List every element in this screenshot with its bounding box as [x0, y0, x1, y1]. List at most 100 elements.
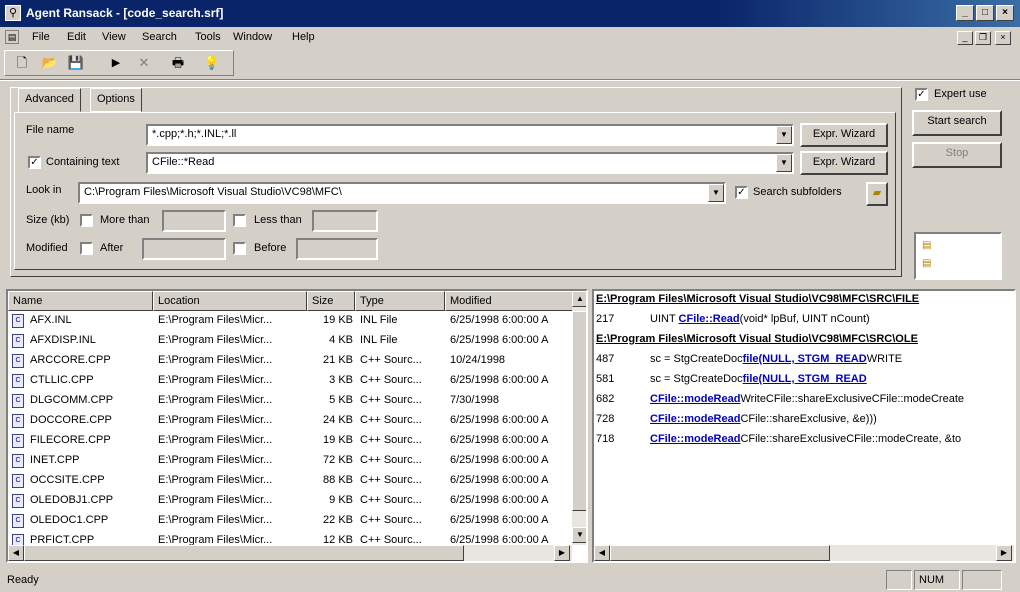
table-row[interactable]: C DOCCORE.CPP E:\Program Files\Micr... 24 K…: [8, 411, 572, 431]
open-icon[interactable]: 📂: [39, 53, 61, 73]
table-row[interactable]: C DLGCOMM.CPP E:\Program Files\Micr... 5 KB…: [8, 391, 572, 411]
table-row[interactable]: C INET.CPP E:\Program Files\Micr... 72 KB C+…: [8, 451, 572, 471]
folder-tree[interactable]: ▤ ▤: [914, 232, 1002, 280]
col-size[interactable]: Size: [307, 291, 355, 311]
cell-location: E:\Program Files\Micr...: [158, 394, 273, 406]
match-line[interactable]: 581 sc = StgCreateDocfile(NULL, STGM_READ: [596, 373, 867, 385]
match-highlight: file(NULL, STGM_READ: [742, 353, 867, 365]
cell-modified: 7/30/1998: [450, 394, 499, 406]
hscroll-thumb[interactable]: [610, 545, 830, 561]
scroll-down-button[interactable]: ▼: [572, 527, 586, 543]
after-date-input[interactable]: [142, 238, 226, 260]
menu-window[interactable]: Window: [233, 31, 272, 43]
cell-modified: 6/25/1998 6:00:00 A: [450, 334, 549, 346]
expr-wizard-button-2[interactable]: Expr. Wizard: [800, 151, 888, 175]
look-in-dropdown[interactable]: ▼: [708, 184, 724, 202]
save-icon[interactable]: 💾: [65, 53, 87, 73]
maximize-button[interactable]: □: [976, 5, 994, 21]
minimize-button[interactable]: _: [956, 5, 974, 21]
scroll-left-button[interactable]: ◀: [8, 545, 24, 561]
scroll-thumb[interactable]: [572, 311, 586, 511]
cpp-file-icon: C: [12, 434, 24, 448]
cell-type: C++ Sourc...: [360, 374, 422, 386]
containing-text-checkbox[interactable]: ✓: [28, 156, 41, 169]
scroll-left-button[interactable]: ◀: [594, 545, 610, 561]
menu-edit[interactable]: Edit: [67, 31, 86, 43]
line-suffix: CFile::shareExclusiveCFile::modeCreate, …: [740, 433, 962, 445]
after-checkbox[interactable]: [80, 242, 93, 255]
table-row[interactable]: C OCCSITE.CPP E:\Program Files\Micr... 88 K…: [8, 471, 572, 491]
cpp-file-icon: C: [12, 414, 24, 428]
more-than-input[interactable]: [162, 210, 226, 232]
containing-text-dropdown[interactable]: ▼: [776, 154, 792, 172]
scroll-right-button[interactable]: ▶: [554, 545, 570, 561]
table-row[interactable]: C FILECORE.CPP E:\Program Files\Micr... 19 …: [8, 431, 572, 451]
menu-help[interactable]: Help: [292, 31, 315, 43]
cell-name: CTLLIC.CPP: [30, 374, 94, 386]
start-search-button[interactable]: Start search: [912, 110, 1002, 136]
print-icon[interactable]: 🖶: [167, 53, 189, 73]
match-file-path[interactable]: E:\Program Files\Microsoft Visual Studio…: [596, 333, 918, 345]
expert-use-checkbox[interactable]: ✓: [915, 88, 928, 101]
results-list: Name Location Size Type Modified C AFX.IN…: [6, 289, 588, 563]
before-checkbox[interactable]: [233, 242, 246, 255]
match-line[interactable]: 718 CFile::modeReadCFile::shareExclusiveC…: [596, 433, 961, 445]
close-button[interactable]: ×: [996, 5, 1014, 21]
match-line[interactable]: 728 CFile::modeReadCFile::shareExclusive,…: [596, 413, 877, 425]
menu-search[interactable]: Search: [142, 31, 177, 43]
table-row[interactable]: C OLEDOC1.CPP E:\Program Files\Micr... 22 K…: [8, 511, 572, 531]
match-preview: E:\Program Files\Microsoft Visual Studio…: [592, 289, 1016, 563]
new-icon[interactable]: 🗋: [11, 53, 33, 73]
expr-wizard-button-1[interactable]: Expr. Wizard: [800, 123, 888, 147]
list-vscroll[interactable]: ▲ ▼: [572, 291, 586, 545]
before-date-input[interactable]: [296, 238, 378, 260]
list-hscroll[interactable]: ◀ ▶: [8, 545, 572, 561]
mdi-close-button[interactable]: ×: [995, 31, 1011, 45]
expert-use-label: Expert use: [934, 88, 987, 100]
less-than-input[interactable]: [312, 210, 378, 232]
cell-modified: 6/25/1998 6:00:00 A: [450, 474, 549, 486]
browse-folder-button[interactable]: ▰: [866, 182, 888, 206]
stop-button[interactable]: Stop: [912, 142, 1002, 168]
mdi-restore-button[interactable]: ❐: [975, 31, 991, 45]
table-row[interactable]: C AFX.INL E:\Program Files\Micr... 19 KB INL…: [8, 311, 572, 331]
match-line[interactable]: 217 UINT CFile::Read(void* lpBuf, UINT nC…: [596, 313, 870, 325]
col-type[interactable]: Type: [355, 291, 445, 311]
file-name-input[interactable]: *.cpp;*.h;*.INL;*.ll: [146, 124, 794, 146]
file-name-dropdown[interactable]: ▼: [776, 126, 792, 144]
tab-options[interactable]: Options: [90, 88, 142, 112]
scroll-right-button[interactable]: ▶: [996, 545, 1012, 561]
less-than-checkbox[interactable]: [233, 214, 246, 227]
help-icon[interactable]: 💡: [201, 53, 223, 73]
search-subfolders-checkbox[interactable]: ✓: [735, 186, 748, 199]
menu-tools[interactable]: Tools: [195, 31, 221, 43]
hscroll-thumb[interactable]: [24, 545, 464, 561]
tab-advanced[interactable]: Advanced: [18, 88, 81, 112]
less-than-label: Less than: [254, 214, 302, 226]
menu-file[interactable]: File: [32, 31, 50, 43]
run-icon[interactable]: ▶: [105, 53, 127, 73]
stop-icon[interactable]: ✕: [133, 53, 155, 73]
after-label: After: [100, 242, 124, 254]
more-than-label: More than: [100, 214, 150, 226]
table-row[interactable]: C ARCCORE.CPP E:\Program Files\Micr... 21 K…: [8, 351, 572, 371]
match-line[interactable]: 487 sc = StgCreateDocfile(NULL, STGM_READ…: [596, 353, 902, 365]
cell-location: E:\Program Files\Micr...: [158, 454, 273, 466]
preview-hscroll[interactable]: ◀ ▶: [594, 545, 1014, 561]
look-in-input[interactable]: C:\Program Files\Microsoft Visual Studio…: [78, 182, 726, 204]
more-than-checkbox[interactable]: [80, 214, 93, 227]
menu-view[interactable]: View: [102, 31, 126, 43]
mdi-minimize-button[interactable]: _: [957, 31, 973, 45]
containing-text-input[interactable]: CFile::*Read: [146, 152, 794, 174]
table-row[interactable]: C CTLLIC.CPP E:\Program Files\Micr... 3 KB C…: [8, 371, 572, 391]
col-modified[interactable]: Modified: [445, 291, 573, 311]
cell-size: 24 KB: [323, 414, 353, 426]
scroll-up-button[interactable]: ▲: [572, 291, 586, 307]
folder-icon: ▤: [922, 240, 932, 251]
table-row[interactable]: C OLEDOBJ1.CPP E:\Program Files\Micr... 9 K…: [8, 491, 572, 511]
match-line[interactable]: 682 CFile::modeReadWriteCFile::shareExclu…: [596, 393, 964, 405]
col-name[interactable]: Name: [8, 291, 153, 311]
col-location[interactable]: Location: [153, 291, 307, 311]
match-file-path[interactable]: E:\Program Files\Microsoft Visual Studio…: [596, 293, 919, 305]
table-row[interactable]: C AFXDISP.INL E:\Program Files\Micr... 4 KB…: [8, 331, 572, 351]
